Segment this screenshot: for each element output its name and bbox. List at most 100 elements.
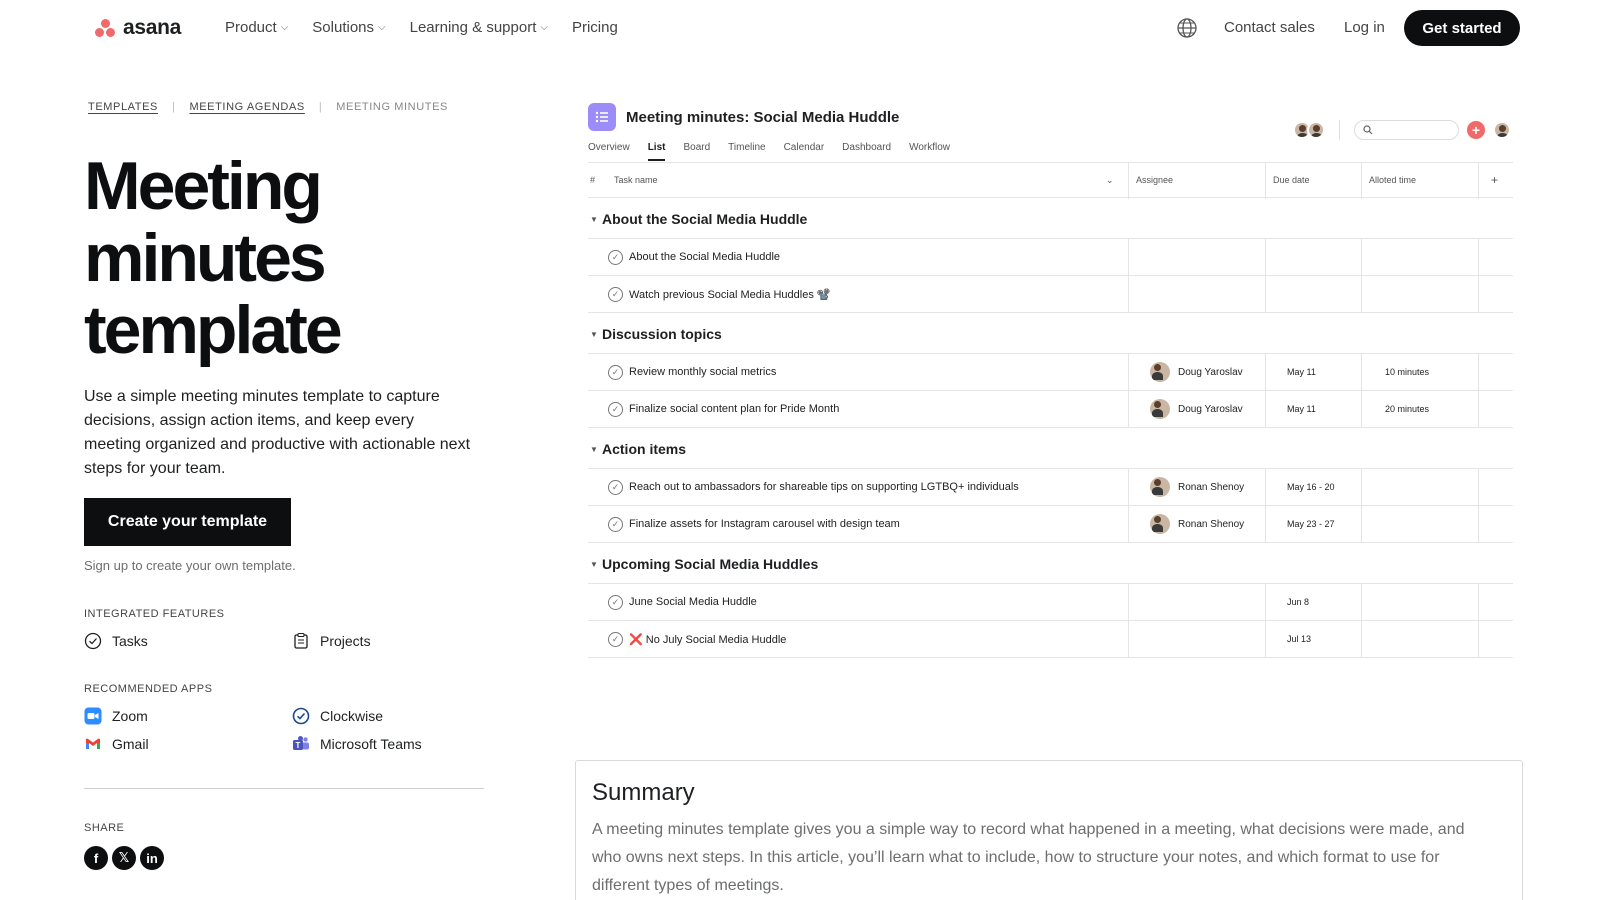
add-icon[interactable]: + — [1467, 121, 1485, 139]
app-gmail[interactable]: Gmail — [84, 735, 149, 753]
add-column-icon[interactable]: + — [1491, 173, 1498, 187]
tab-timeline[interactable]: Timeline — [728, 142, 765, 161]
assignee-name: Doug Yaroslav — [1178, 403, 1243, 415]
linkedin-icon[interactable]: in — [140, 846, 164, 870]
task-name: Watch previous Social Media Huddles 📽️ — [629, 289, 831, 301]
app-clockwise[interactable]: Clockwise — [292, 707, 383, 725]
integrated-features-label: INTEGRATED FEATURES — [84, 608, 225, 620]
search-input[interactable] — [1354, 120, 1459, 140]
due-date[interactable]: May 11 — [1287, 367, 1316, 377]
summary-card: Summary A meeting minutes template gives… — [575, 760, 1523, 900]
app-microsoft-teams[interactable]: T Microsoft Teams — [292, 735, 422, 753]
col-assignee[interactable]: Assignee — [1136, 175, 1173, 185]
column-divider — [1265, 391, 1266, 428]
check-icon[interactable]: ✓ — [608, 595, 623, 610]
x-icon[interactable]: 𝕏 — [112, 846, 136, 870]
due-date[interactable]: May 16 - 20 — [1287, 482, 1335, 492]
menu-pricing[interactable]: Pricing — [572, 19, 618, 36]
chevron-down-icon[interactable]: ⌄ — [1106, 175, 1114, 186]
check-icon[interactable]: ✓ — [608, 365, 623, 380]
section-name: About the Social Media Huddle — [602, 211, 808, 227]
feature-projects[interactable]: Projects — [292, 632, 371, 650]
menu-solutions-label: Solutions — [312, 19, 375, 36]
caret-down-icon[interactable]: ▼ — [590, 445, 598, 454]
col-due-date[interactable]: Due date — [1273, 175, 1310, 185]
column-divider — [1361, 276, 1362, 313]
due-date[interactable]: May 11 — [1287, 404, 1316, 414]
column-divider — [1478, 621, 1479, 658]
contact-sales-link[interactable]: Contact sales — [1224, 19, 1315, 36]
assignee[interactable]: Doug Yaroslav — [1150, 362, 1243, 382]
check-icon[interactable]: ✓ — [608, 480, 623, 495]
tab-list[interactable]: List — [647, 142, 666, 161]
table-row[interactable]: ✓ June Social Media Huddle Jun 8 — [588, 584, 1513, 621]
check-icon[interactable]: ✓ — [608, 402, 623, 417]
check-icon[interactable]: ✓ — [608, 517, 623, 532]
assignee[interactable]: Ronan Shenoy — [1150, 477, 1244, 497]
project-header-actions: + — [1293, 120, 1511, 140]
check-circle-icon — [84, 632, 102, 650]
tab-board[interactable]: Board — [683, 142, 710, 161]
check-icon[interactable]: ✓ — [608, 287, 623, 302]
assignee[interactable]: Ronan Shenoy — [1150, 514, 1244, 534]
feature-projects-label: Projects — [320, 633, 371, 649]
alloted-time[interactable]: 20 minutes — [1385, 404, 1429, 414]
table-row[interactable]: ✓ Review monthly social metrics Doug Yaros… — [588, 354, 1513, 391]
column-divider — [1265, 163, 1266, 199]
create-template-button[interactable]: Create your template — [84, 498, 291, 546]
caret-down-icon[interactable]: ▼ — [590, 560, 598, 569]
globe-icon[interactable] — [1176, 17, 1198, 39]
col-task-name[interactable]: Task name — [614, 175, 658, 185]
breadcrumb-templates[interactable]: TEMPLATES — [88, 101, 158, 113]
table-row[interactable]: ✓ Finalize assets for Instagram carousel … — [588, 506, 1513, 543]
table-row[interactable]: ✓ Reach out to ambassadors for shareable … — [588, 469, 1513, 506]
app-gmail-label: Gmail — [112, 736, 149, 752]
feature-tasks[interactable]: Tasks — [84, 632, 148, 650]
menu-product[interactable]: Product ⌵ — [225, 19, 288, 36]
avatar[interactable] — [1493, 121, 1511, 139]
menu-solutions[interactable]: Solutions ⌵ — [312, 19, 385, 36]
summary-heading: Summary — [592, 779, 695, 806]
table-row[interactable]: ✓ Finalize social content plan for Pride … — [588, 391, 1513, 428]
tab-dashboard[interactable]: Dashboard — [842, 142, 891, 161]
section-name: Discussion topics — [602, 326, 722, 342]
breadcrumb-meeting-agendas[interactable]: MEETING AGENDAS — [189, 101, 304, 113]
due-date[interactable]: Jun 8 — [1287, 597, 1309, 607]
check-icon[interactable]: ✓ — [608, 250, 623, 265]
page-title: Meeting minutes template — [84, 150, 514, 366]
section-header[interactable]: ▼ Discussion topics — [588, 313, 1513, 354]
facebook-icon[interactable]: f — [84, 846, 108, 870]
alloted-time[interactable]: 10 minutes — [1385, 367, 1429, 377]
log-in-link[interactable]: Log in — [1344, 19, 1385, 36]
recommended-apps-label: RECOMMENDED APPS — [84, 683, 213, 695]
tab-workflow[interactable]: Workflow — [909, 142, 950, 161]
asana-logo[interactable]: asana — [95, 16, 181, 40]
section-header[interactable]: ▼ Action items — [588, 428, 1513, 469]
due-date[interactable]: May 23 - 27 — [1287, 519, 1335, 529]
tab-calendar[interactable]: Calendar — [784, 142, 825, 161]
check-icon[interactable]: ✓ — [608, 632, 623, 647]
column-divider — [1478, 354, 1479, 391]
table-row[interactable]: ✓ About the Social Media Huddle — [588, 239, 1513, 276]
caret-down-icon[interactable]: ▼ — [590, 330, 598, 339]
tab-overview[interactable]: Overview — [588, 142, 630, 161]
app-zoom[interactable]: Zoom — [84, 707, 148, 725]
section-header[interactable]: ▼ About the Social Media Huddle — [588, 198, 1513, 239]
member-avatars[interactable] — [1293, 121, 1325, 139]
menu-product-label: Product — [225, 19, 277, 36]
column-divider — [1478, 276, 1479, 313]
caret-down-icon[interactable]: ▼ — [590, 215, 598, 224]
column-divider — [1265, 621, 1266, 658]
section-header[interactable]: ▼ Upcoming Social Media Huddles — [588, 543, 1513, 584]
col-alloted-time[interactable]: Alloted time — [1369, 175, 1416, 185]
column-divider — [1361, 584, 1362, 621]
table-row[interactable]: ✓ ❌ No July Social Media Huddle Jul 13 — [588, 621, 1513, 658]
task-name: June Social Media Huddle — [629, 596, 757, 608]
menu-learning-support[interactable]: Learning & support ⌵ — [410, 19, 548, 36]
assignee[interactable]: Doug Yaroslav — [1150, 399, 1243, 419]
table-row[interactable]: ✓ Watch previous Social Media Huddles 📽️ — [588, 276, 1513, 313]
due-date[interactable]: Jul 13 — [1287, 634, 1311, 644]
avatar — [1307, 121, 1325, 139]
top-nav: asana Product ⌵ Solutions ⌵ Learning & sup… — [0, 0, 1600, 56]
get-started-button[interactable]: Get started — [1404, 10, 1520, 46]
